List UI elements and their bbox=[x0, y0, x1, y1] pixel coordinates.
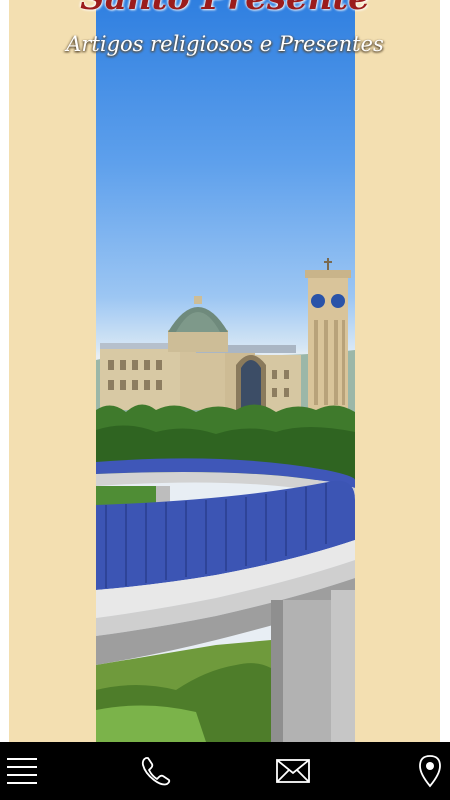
location-button[interactable] bbox=[410, 742, 450, 800]
menu-button[interactable] bbox=[0, 742, 44, 800]
app-page: Santo Presente Artigos religiosos e Pres… bbox=[0, 0, 450, 800]
store-name: Santo Presente bbox=[30, 0, 420, 18]
bottom-nav-bar bbox=[0, 742, 450, 800]
map-pin-icon bbox=[418, 754, 442, 788]
call-button[interactable] bbox=[130, 742, 182, 800]
email-button[interactable] bbox=[266, 742, 320, 800]
menu-icon bbox=[5, 756, 39, 786]
phone-icon bbox=[140, 755, 172, 787]
mail-icon bbox=[276, 758, 310, 784]
basilica-photo bbox=[96, 0, 355, 742]
store-tagline: Artigos religiosos e Presentes bbox=[66, 32, 384, 56]
